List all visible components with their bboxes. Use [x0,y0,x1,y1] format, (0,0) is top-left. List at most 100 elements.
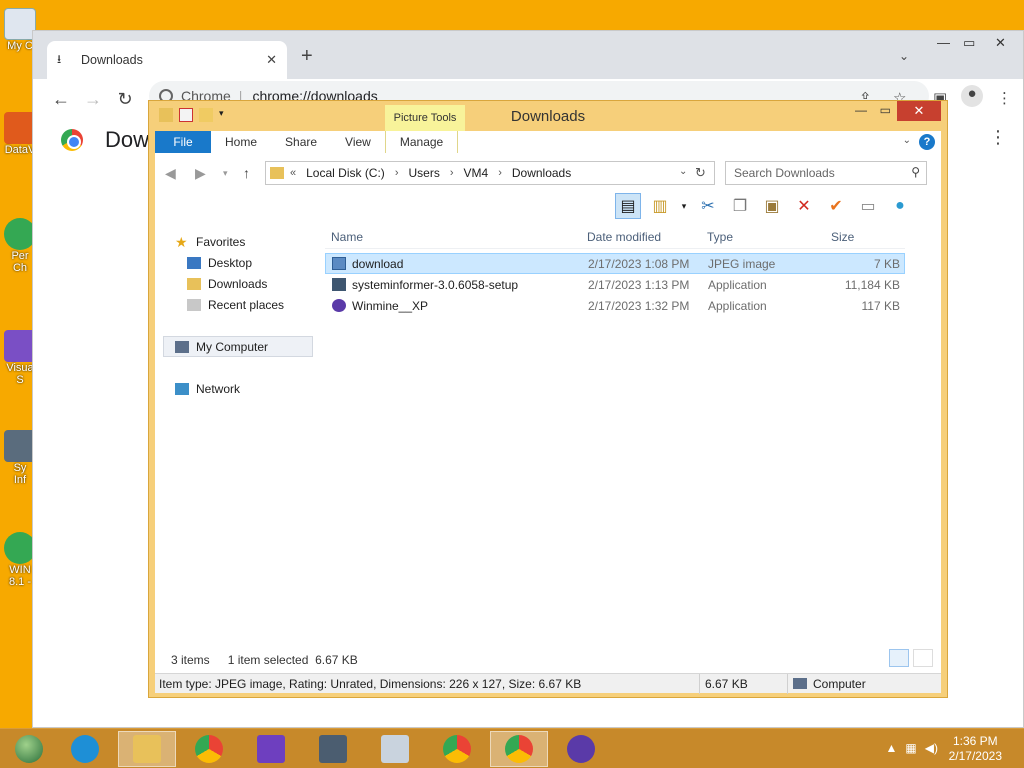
explorer-back-icon[interactable]: ◀ [165,165,176,182]
globe-icon[interactable]: ● [887,193,913,219]
column-header-type[interactable]: Type [707,230,827,244]
ribbon-expand-chevron-icon[interactable]: ⌄ [903,135,911,146]
chrome-icon [443,735,471,763]
start-button[interactable] [0,731,58,767]
ribbon-tab-file[interactable]: File [155,131,211,153]
delete-icon[interactable]: ✕ [791,193,817,219]
help-icon[interactable]: ? [919,134,935,150]
taskbar-chrome-2[interactable] [428,731,486,767]
breadcrumb-separator-icon: › [498,167,502,179]
refresh-icon[interactable]: ↻ [695,165,706,181]
large-icons-view-icon[interactable] [913,649,933,667]
up-arrow-icon[interactable]: ↑ [243,165,250,181]
clock[interactable]: 1:36 PM 2/17/2023 [949,734,1002,764]
file-explorer-icon [133,735,161,763]
downloads-folder-icon [187,277,201,290]
organize-chevron-icon[interactable]: ▾ [679,193,689,219]
command-bar: ▤ ▥ ▾ ✂ ❐ ▣ ✕ ✔ ▭ ● [615,191,913,221]
taskbar-file-explorer[interactable] [118,731,176,767]
system-informer-icon [319,735,347,763]
maximize-icon[interactable]: ▭ [963,35,975,51]
file-row[interactable]: systeminformer-3.0.6058-setup 2/17/2023 … [325,274,905,295]
system-tray: ▲ ▦ ◀) [886,741,938,755]
explorer-body: ◀ ▶ ▾ ↑ « Local Disk (C:) › Users › VM4 … [155,153,941,673]
taskbar-minesweeper[interactable] [552,731,610,767]
search-input[interactable]: Search Downloads ⚲ [725,161,927,185]
tab-title: Downloads [81,53,143,67]
nav-item-desktop[interactable]: Desktop [163,252,313,273]
nav-item-network[interactable]: Network [163,378,313,399]
column-header-date[interactable]: Date modified [587,230,707,244]
breadcrumb-users[interactable]: Users [408,166,439,180]
organize-folder-icon[interactable]: ▥ [647,193,673,219]
explorer-minimize-icon[interactable]: — [855,103,867,117]
profile-avatar-icon[interactable]: ● [961,85,983,107]
explorer-close-button[interactable]: ✕ [897,101,941,121]
clock-date: 2/17/2023 [948,749,1002,763]
computer-icon [793,678,807,689]
nav-item-downloads[interactable]: Downloads [163,273,313,294]
back-icon[interactable]: ← [45,89,77,110]
paste-icon[interactable]: ▣ [759,193,785,219]
taskbar-chrome-1[interactable] [180,731,238,767]
minimize-icon[interactable]: — [937,35,950,50]
status-location: Computer [793,677,866,691]
file-row[interactable]: download 2/17/2023 1:08 PM JPEG image 7 … [325,253,905,274]
taskbar-chrome-3[interactable] [490,731,548,767]
computer-icon [175,340,189,353]
clock-time: 1:36 PM [952,734,998,748]
nav-item-favorites[interactable]: ★ Favorites [163,231,313,252]
explorer-titlebar[interactable]: ▾ Picture Tools Downloads — ▭ ✕ [149,101,947,131]
details-view-icon[interactable] [889,649,909,667]
breadcrumb-separator-icon: › [394,167,399,179]
menu-icon[interactable]: ⋮ [997,89,1012,107]
file-row[interactable]: Winmine__XP 2/17/2023 1:32 PM Applicatio… [325,295,905,316]
ribbon-tab-share[interactable]: Share [271,135,331,149]
file-date: 2/17/2023 1:08 PM [588,256,690,271]
nav-item-recent-places[interactable]: Recent places [163,294,313,315]
copy-icon[interactable]: ❐ [727,193,753,219]
close-window-icon[interactable]: ✕ [995,35,1006,51]
checkmark-icon[interactable]: ✔ [823,193,849,219]
address-bar[interactable]: « Local Disk (C:) › Users › VM4 › Downlo… [265,161,715,185]
nav-item-my-computer[interactable]: My Computer [163,336,313,357]
column-header-name[interactable]: Name [325,230,587,244]
preview-pane-icon[interactable]: ▤ [615,193,641,219]
nav-label: Network [196,381,241,396]
forward-icon[interactable]: → [77,89,109,110]
ribbon-tab-manage[interactable]: Manage [384,131,459,153]
explorer-maximize-icon[interactable]: ▭ [880,103,891,117]
ribbon-tab-home[interactable]: Home [211,135,271,149]
file-name: Winmine__XP [352,298,429,313]
taskbar-ie[interactable] [56,731,114,767]
new-tab-button[interactable]: + [301,45,313,68]
download-icon: ⭳ [57,51,62,66]
breadcrumb-downloads[interactable]: Downloads [512,166,571,180]
breadcrumb-vm4[interactable]: VM4 [464,166,489,180]
nav-label: Downloads [208,276,268,291]
reload-icon[interactable]: ↻ [109,89,141,110]
taskbar-resource-monitor[interactable] [366,731,424,767]
volume-icon[interactable]: ◀) [925,741,938,755]
chrome-tab-downloads[interactable]: ⭳ Downloads ✕ [47,41,287,79]
rename-icon[interactable]: ▭ [855,193,881,219]
ribbon-tab-view[interactable]: View [331,135,385,149]
explorer-forward-icon[interactable]: ▶ [195,165,206,182]
recent-locations-chevron-icon[interactable]: ▾ [223,168,228,179]
column-header-size[interactable]: Size [827,230,903,244]
column-header-row: Name Date modified Type Size [325,225,905,249]
taskbar-visual-studio[interactable] [242,731,300,767]
cut-icon[interactable]: ✂ [695,193,721,219]
breadcrumb-local-disk[interactable]: Local Disk (C:) [306,166,385,180]
page-menu-icon[interactable]: ⋮ [989,127,1007,148]
tab-search-chevron-icon[interactable]: ⌄ [899,49,909,63]
chrome-icon [195,735,223,763]
show-hidden-icons-icon[interactable]: ▲ [886,741,898,755]
address-history-chevron-icon[interactable]: ⌄ [679,166,687,177]
taskbar-system-informer[interactable] [304,731,362,767]
network-tray-icon[interactable]: ▦ [905,741,916,755]
close-tab-icon[interactable]: ✕ [266,52,277,68]
chrome-logo-icon [61,129,83,151]
start-orb-icon [15,735,43,763]
image-file-icon [332,257,346,270]
